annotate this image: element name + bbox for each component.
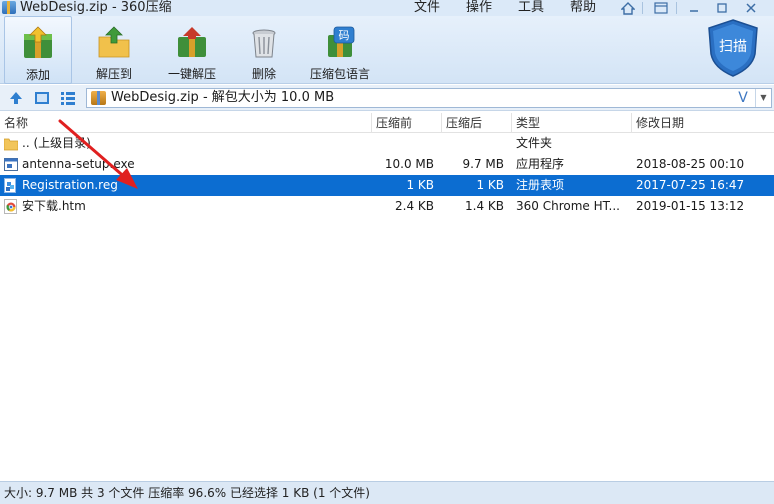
language-icon-text: 码	[339, 29, 350, 42]
file-modified: 2018-08-25 00:10	[636, 157, 745, 171]
file-name: Registration.reg	[22, 178, 118, 192]
list-view-icon[interactable]	[60, 90, 76, 106]
delete-button[interactable]: 删除	[240, 16, 288, 84]
registry-file-icon	[4, 178, 18, 193]
folder-icon	[3, 136, 19, 151]
address-v-button[interactable]: V	[735, 89, 751, 107]
file-row-exe[interactable]: antenna-setup.exe 10.0 MB 9.7 MB 应用程序 20…	[0, 154, 774, 175]
menu-tools[interactable]: 工具	[518, 0, 544, 16]
extract-folder-icon	[96, 25, 132, 61]
chevron-down-icon[interactable]: ▼	[755, 89, 771, 107]
file-modified: 2017-07-25 16:47	[636, 178, 745, 192]
file-size-after: 1 KB	[476, 178, 504, 192]
up-arrow-icon[interactable]	[8, 90, 24, 106]
add-button-label: 添加	[25, 68, 50, 82]
file-row-reg[interactable]: Registration.reg 1 KB 1 KB 注册表项 2017-07-…	[0, 175, 774, 196]
archive-language-button[interactable]: 码 压缩包语言	[304, 16, 376, 84]
extract-to-button[interactable]: 解压到	[84, 16, 144, 84]
file-size-before: 1 KB	[406, 178, 434, 192]
column-size-before[interactable]: 压缩前	[371, 113, 441, 133]
thumbnail-view-icon[interactable]	[34, 90, 50, 106]
column-size-after[interactable]: 压缩后	[441, 113, 511, 133]
file-type: 应用程序	[516, 157, 565, 171]
close-icon[interactable]	[740, 0, 762, 16]
file-name: .. (上级目录)	[22, 136, 91, 150]
scan-label: 扫描	[719, 39, 747, 55]
status-bar: 大小: 9.7 MB 共 3 个文件 压缩率 96.6% 已经选择 1 KB (…	[0, 481, 774, 504]
column-type[interactable]: 类型	[511, 113, 631, 133]
status-text: 大小: 9.7 MB 共 3 个文件 压缩率 96.6% 已经选择 1 KB (…	[4, 486, 370, 500]
file-size-before: 10.0 MB	[384, 157, 434, 171]
window-title: WebDesig.zip - 360压缩	[20, 0, 172, 15]
home-icon[interactable]	[617, 0, 639, 16]
column-name[interactable]: 名称	[0, 113, 372, 133]
menu-help[interactable]: 帮助	[570, 0, 596, 16]
file-type: 文件夹	[516, 136, 553, 150]
shield-icon: 扫描	[708, 19, 758, 77]
file-size-after	[442, 133, 504, 154]
menu-file[interactable]: 文件	[414, 0, 440, 16]
file-size-before: 2.4 KB	[395, 199, 434, 213]
one-click-extract-label: 一键解压	[167, 67, 216, 81]
column-modified[interactable]: 修改日期	[631, 113, 774, 133]
divider	[676, 2, 677, 14]
file-list-header: 名称 压缩前 压缩后 类型 修改日期	[0, 113, 774, 133]
add-button[interactable]: 添加	[4, 16, 72, 84]
file-size-after: 9.7 MB	[462, 157, 504, 171]
scan-button[interactable]: 扫描	[705, 18, 761, 78]
file-name: antenna-setup.exe	[22, 157, 135, 171]
address-field[interactable]: WebDesig.zip - 解包大小为 10.0 MB V ▼	[86, 88, 772, 108]
add-archive-icon	[20, 26, 56, 62]
one-click-extract-button[interactable]: 一键解压	[158, 16, 226, 84]
file-row-htm[interactable]: 安下载.htm 2.4 KB 1.4 KB 360 Chrome HT... 2…	[0, 196, 774, 217]
archive-language-label: 压缩包语言	[309, 67, 370, 81]
file-row-parent[interactable]: .. (上级目录) 文件夹	[0, 133, 774, 154]
file-name: 安下载.htm	[22, 199, 86, 213]
maximize-icon[interactable]	[711, 0, 733, 16]
address-bar: WebDesig.zip - 解包大小为 10.0 MB V ▼	[0, 85, 774, 111]
file-type: 360 Chrome HT...	[516, 199, 620, 213]
app-logo-icon	[2, 1, 16, 14]
exe-file-icon	[4, 157, 18, 172]
delete-label: 删除	[251, 67, 276, 81]
file-size-after: 1.4 KB	[465, 199, 504, 213]
archive-language-icon: 码	[322, 25, 358, 61]
menu-operation[interactable]: 操作	[466, 0, 492, 16]
skin-icon[interactable]	[650, 0, 672, 16]
zip-archive-icon	[91, 91, 106, 105]
trash-icon	[246, 25, 282, 61]
file-type: 注册表项	[516, 178, 565, 192]
minimize-icon[interactable]	[683, 0, 705, 16]
file-size-before	[372, 133, 434, 154]
file-modified: 2019-01-15 13:12	[636, 199, 745, 213]
main-toolbar: 添加 解压到 一键解压 删除 码 压缩包语言	[0, 16, 774, 84]
one-click-extract-icon	[174, 25, 210, 61]
chrome-html-icon	[4, 199, 18, 214]
extract-to-label: 解压到	[95, 67, 132, 81]
divider	[642, 2, 643, 14]
address-text: WebDesig.zip - 解包大小为 10.0 MB	[111, 90, 335, 105]
title-bar: WebDesig.zip - 360压缩 文件 操作 工具 帮助	[0, 0, 774, 16]
